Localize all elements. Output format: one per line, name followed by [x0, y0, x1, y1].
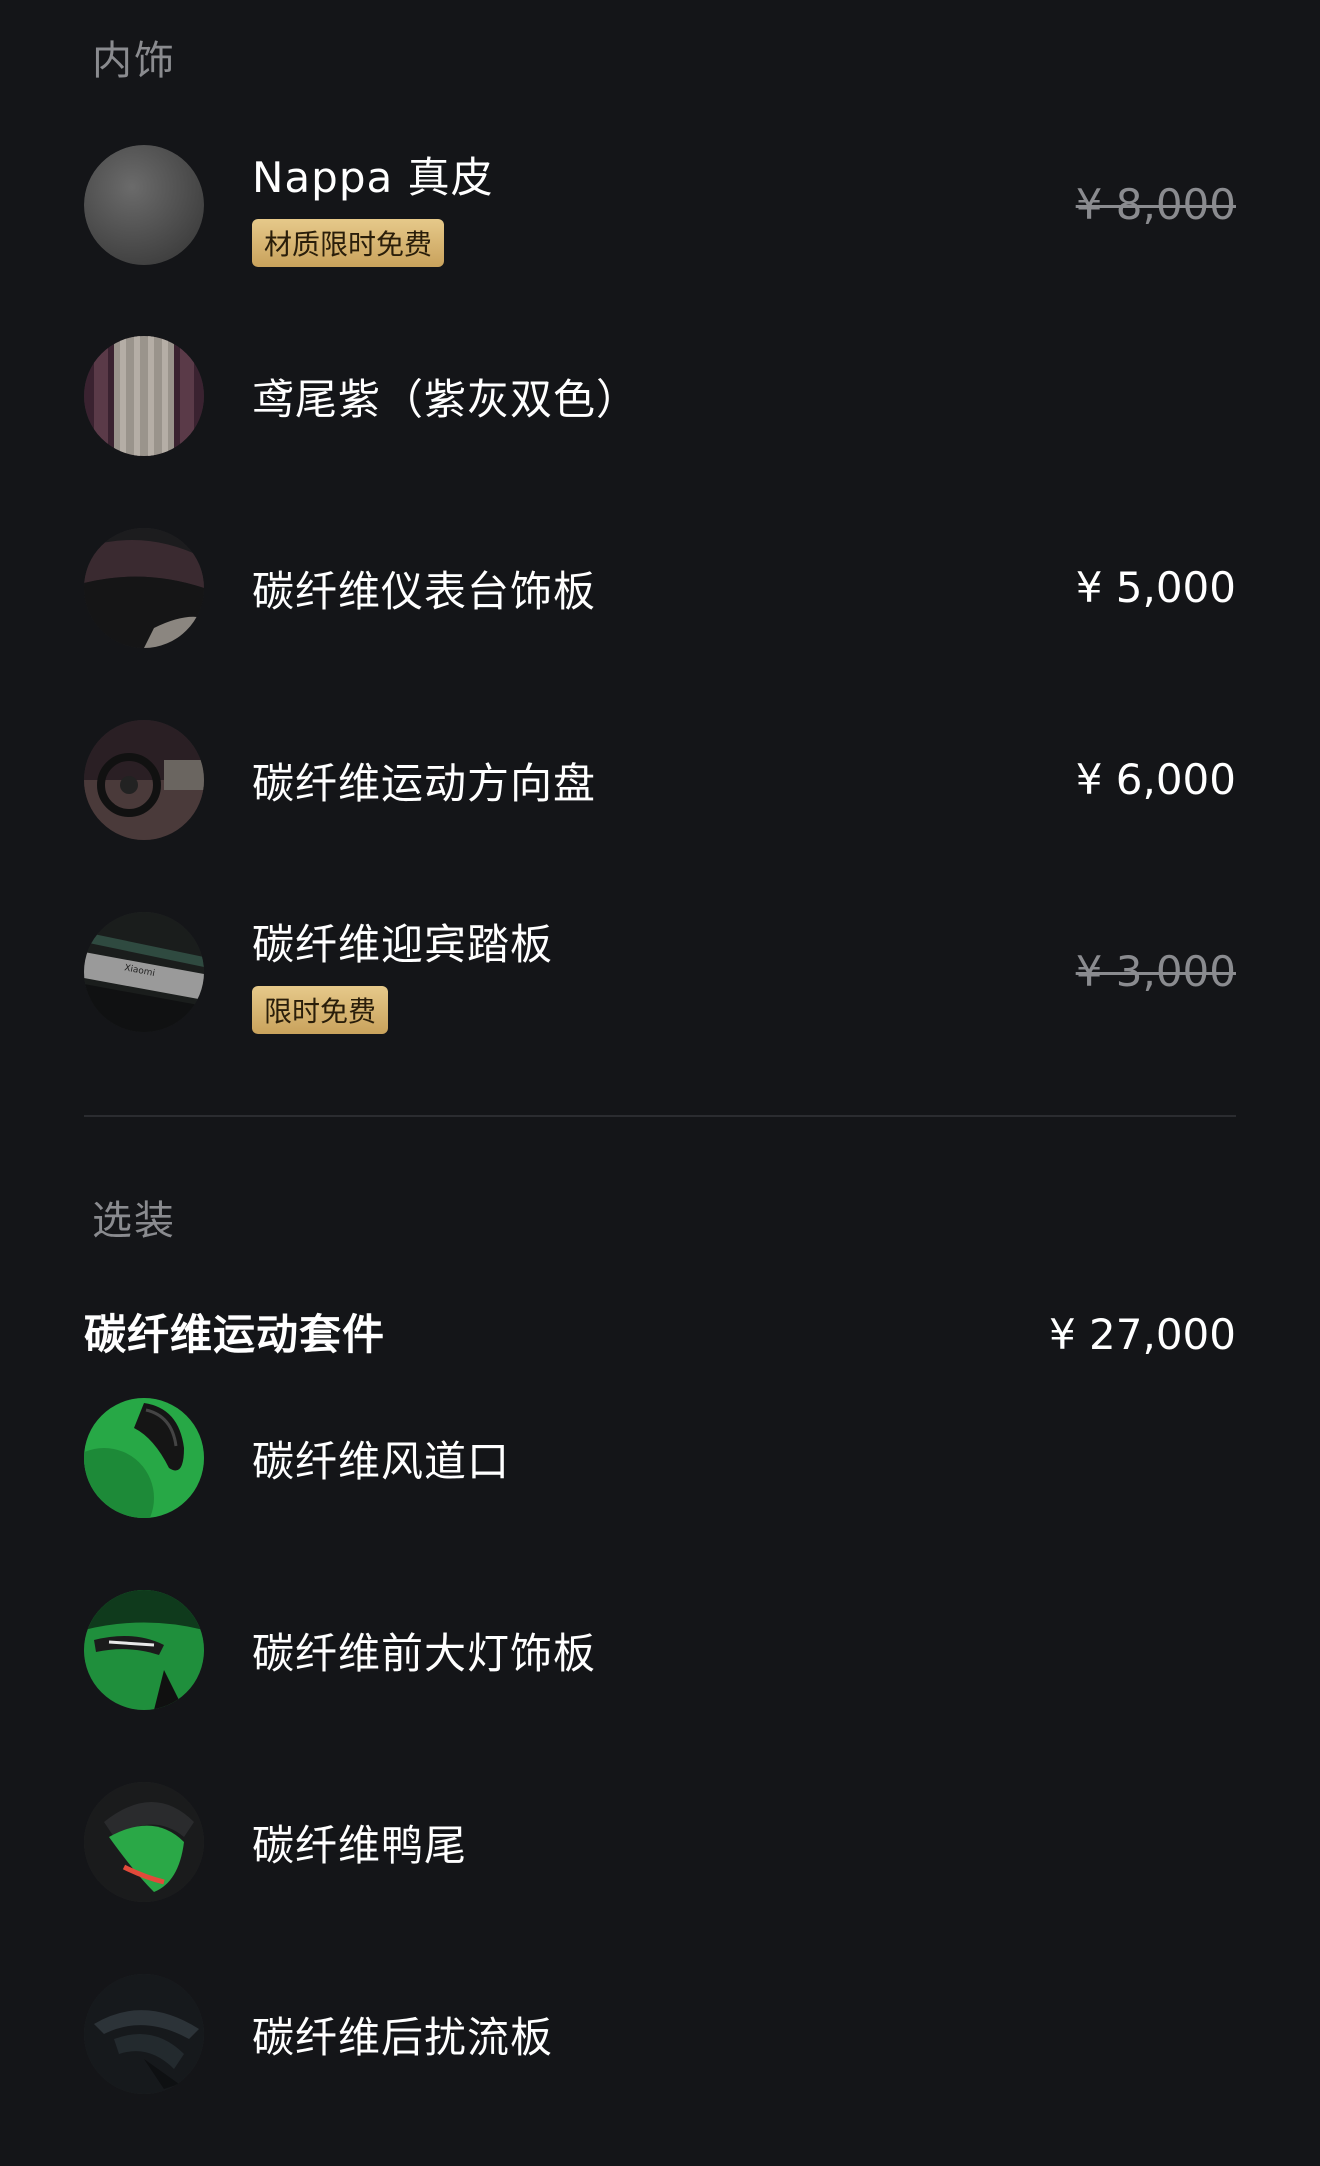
interior-item-price: ¥ 6,000 [1075, 755, 1236, 804]
carbon-ducktail-spoiler-icon [84, 1782, 204, 1902]
interior-item-label: Nappa 真皮 [252, 152, 494, 202]
carbon-dashboard-trim-icon [84, 528, 204, 648]
carbon-steering-wheel-icon [84, 720, 204, 840]
carbon-headlight-trim-icon [84, 1590, 204, 1710]
interior-item-price: ¥ 8,000 [1075, 180, 1236, 229]
carbon-air-duct-icon [84, 1398, 204, 1518]
package-item-label: 碳纤维前大灯饰板 [252, 1628, 597, 1678]
interior-item-price: ¥ 5,000 [1075, 563, 1236, 612]
options-section-header: 选装 [92, 1198, 176, 1244]
promo-badge: 限时免费 [252, 985, 389, 1034]
interior-item-label: 碳纤维仪表台饰板 [252, 566, 597, 616]
interior-item-label: 碳纤维运动方向盘 [252, 758, 597, 808]
interior-item-carbon-dashboard[interactable]: 碳纤维仪表台饰板 ¥ 5,000 [84, 528, 1236, 648]
nappa-leather-swatch-icon [84, 145, 204, 265]
package-item-label: 碳纤维后扰流板 [252, 2012, 554, 2062]
package-item-rear-spoiler: 碳纤维后扰流板 [84, 1974, 1236, 2094]
package-item-label: 碳纤维鸭尾 [252, 1820, 468, 1870]
interior-item-nappa[interactable]: Nappa 真皮 材质限时免费 ¥ 8,000 [84, 145, 1236, 267]
package-price: ¥ 27,000 [1048, 1310, 1236, 1359]
interior-item-price: ¥ 3,000 [1075, 947, 1236, 996]
interior-item-label: 碳纤维迎宾踏板 [252, 919, 554, 969]
package-item-ducktail: 碳纤维鸭尾 [84, 1782, 1236, 1902]
interior-item-carbon-door-sill[interactable]: Xiaomi 碳纤维迎宾踏板 限时免费 ¥ 3,000 [84, 912, 1236, 1034]
interior-section-header: 内饰 [92, 38, 176, 84]
carbon-door-sill-icon: Xiaomi [84, 912, 204, 1032]
iris-purple-swatch-icon [84, 336, 204, 456]
package-item-headlight-trim: 碳纤维前大灯饰板 [84, 1590, 1236, 1710]
carbon-rear-spoiler-icon [84, 1974, 204, 2094]
section-divider [84, 1115, 1236, 1117]
package-item-air-duct: 碳纤维风道口 [84, 1398, 1236, 1518]
interior-item-iris-purple[interactable]: 鸢尾紫（紫灰双色） [84, 336, 1236, 456]
promo-badge: 材质限时免费 [252, 218, 445, 267]
package-item-label: 碳纤维风道口 [252, 1436, 511, 1486]
package-title: 碳纤维运动套件 [84, 1310, 386, 1359]
carbon-sport-package-row[interactable]: 碳纤维运动套件 ¥ 27,000 [84, 1300, 1236, 1370]
interior-item-carbon-steering-wheel[interactable]: 碳纤维运动方向盘 ¥ 6,000 [84, 720, 1236, 840]
interior-item-label: 鸢尾紫（紫灰双色） [252, 374, 640, 424]
config-summary-page: 内饰 Nappa 真皮 材质限时免费 ¥ 8,000 鸢尾紫（紫灰双色） 碳纤维… [0, 0, 1320, 2166]
